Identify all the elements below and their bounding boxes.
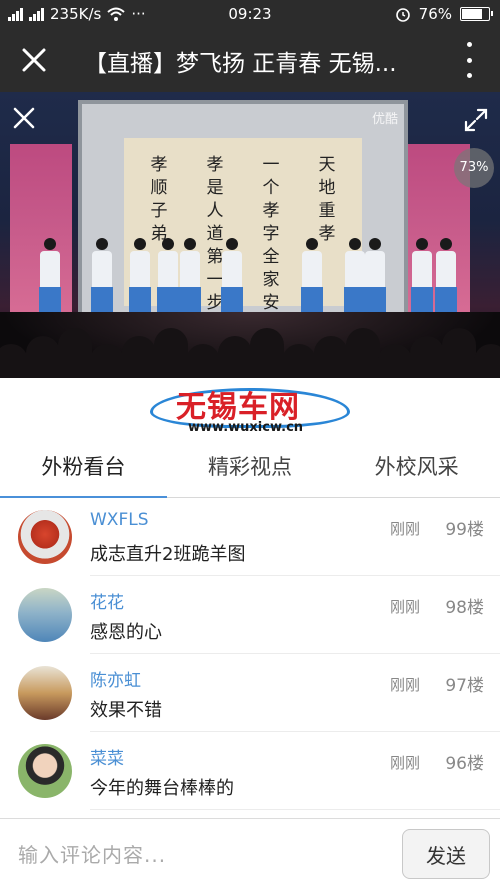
audience-head	[250, 328, 284, 378]
tab-highlights[interactable]: 精彩视点	[167, 438, 334, 497]
comment-username[interactable]: 菜菜	[90, 744, 124, 769]
progress-indicator: 73%	[454, 148, 494, 188]
video-watermark: 优酷	[371, 112, 398, 127]
audience-head	[378, 344, 412, 378]
comment-input-bar: 发送	[0, 818, 500, 889]
alarm-icon	[395, 8, 410, 22]
tab-bar: 外粉看台 精彩视点 外校风采	[0, 438, 500, 498]
avatar[interactable]	[18, 510, 72, 564]
comment-list: WXFLS 成志直升2班跪羊图 刚刚 99楼 花花 感恩的心 刚刚 98楼 陈亦…	[0, 498, 500, 810]
comment-floor: 98楼	[445, 598, 484, 618]
more-menu-icon[interactable]	[464, 42, 474, 78]
send-button[interactable]: 发送	[402, 829, 490, 879]
comment-time: 刚刚	[389, 754, 420, 772]
audience	[0, 312, 500, 378]
tab-fans-stand[interactable]: 外粉看台	[0, 438, 167, 498]
audience-head	[314, 336, 348, 378]
audience-head	[122, 336, 156, 378]
comment-username[interactable]: WXFLS	[90, 510, 149, 530]
audience-head	[282, 344, 316, 378]
audience-head	[186, 344, 220, 378]
comment-username[interactable]: 陈亦虹	[90, 666, 141, 691]
page-title: 【直播】梦飞扬 正青春 无锡...	[84, 51, 397, 77]
avatar[interactable]	[18, 666, 72, 720]
status-bar: 235K/s ··· 09:23 76%	[0, 0, 500, 28]
audience-head	[154, 328, 188, 378]
list-item: WXFLS 成志直升2班跪羊图 刚刚 99楼	[18, 498, 500, 576]
audience-head	[90, 344, 124, 378]
list-item: 花花 感恩的心 刚刚 98楼	[18, 576, 500, 654]
comment-text: 感恩的心	[90, 622, 162, 643]
status-right: 76%	[395, 5, 493, 23]
comment-time: 刚刚	[389, 520, 420, 538]
avatar[interactable]	[18, 744, 72, 798]
comment-text: 成志直升2班跪羊图	[90, 544, 246, 565]
audience-head	[0, 344, 28, 378]
audience-head	[474, 344, 500, 378]
audience-head	[26, 336, 60, 378]
audience-head	[410, 336, 444, 378]
battery-fill	[462, 9, 482, 19]
video-player[interactable]: 优酷 天地重孝 一个孝字 全家安 孝是人道 第一步 孝顺子弟 73%	[0, 92, 500, 378]
audience-head	[346, 328, 380, 378]
comment-text: 今年的舞台棒棒的	[90, 778, 234, 799]
comment-time: 刚刚	[389, 676, 420, 694]
list-item: 菜菜 今年的舞台棒棒的 刚刚 96楼	[18, 732, 500, 810]
site-logo: 无锡车网 www.wuxicw.cn	[150, 382, 360, 438]
comment-input[interactable]	[18, 837, 388, 873]
comment-time: 刚刚	[389, 598, 420, 616]
scroll-column: 天地重孝	[318, 155, 336, 244]
logo-url: www.wuxicw.cn	[188, 420, 304, 435]
comment-floor: 99楼	[445, 520, 484, 540]
list-item: 陈亦虹 效果不错 刚刚 97楼	[18, 654, 500, 732]
audience-head	[442, 328, 476, 378]
comment-text: 效果不错	[90, 700, 162, 721]
close-icon[interactable]	[14, 40, 54, 80]
tab-other-schools[interactable]: 外校风采	[333, 438, 500, 497]
audience-head	[58, 328, 92, 378]
scroll-column: 一个孝字 全家安	[262, 155, 280, 313]
comment-floor: 96楼	[445, 754, 484, 774]
scroll-column: 孝顺子弟	[150, 155, 168, 244]
fullscreen-icon[interactable]	[462, 106, 490, 134]
avatar[interactable]	[18, 588, 72, 642]
comment-username[interactable]: 花花	[90, 588, 124, 613]
video-close-icon[interactable]	[10, 104, 38, 132]
battery-icon	[460, 7, 493, 21]
battery-percent: 76%	[418, 5, 452, 23]
title-bar: 【直播】梦飞扬 正青春 无锡...	[0, 28, 500, 92]
comment-floor: 97楼	[445, 676, 484, 696]
audience-head	[218, 336, 252, 378]
